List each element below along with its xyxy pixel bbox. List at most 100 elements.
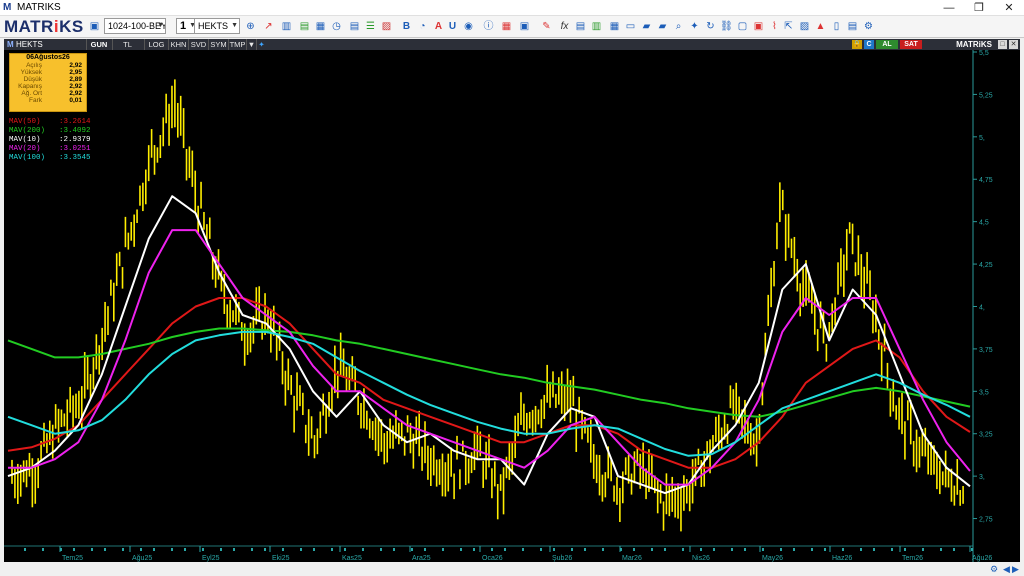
buy-button[interactable]: AL (876, 40, 898, 49)
legend-mav50[interactable]: MAV(50):3.2614 (9, 118, 91, 127)
scroll-right-button[interactable]: ▶ (1012, 563, 1019, 575)
legend-mav20[interactable]: MAV(20):3.0251 (9, 145, 91, 154)
price-chart[interactable]: 2,75 3, 3,25 3,5 3,75 4, 4,25 4,5 4,75 5, 5,25 5,5 T… (4, 50, 1020, 562)
chart-close-icon[interactable]: ✕ (1009, 40, 1018, 49)
sell-button[interactable]: SAT (900, 40, 922, 49)
draw-line-icon[interactable]: ↗ (262, 20, 275, 33)
print-icon[interactable]: ▤ (846, 20, 859, 33)
zoom-icon[interactable]: ⊕ (244, 20, 257, 33)
date-marker (42, 548, 44, 551)
scroll-left-button[interactable]: ◀ (1003, 563, 1010, 575)
date-marker (264, 548, 266, 551)
pencil-icon[interactable]: ✎ (540, 20, 553, 33)
phone-icon[interactable]: ▯ (830, 20, 843, 33)
legend-mav10[interactable]: MAV(10):2.9379 (9, 136, 91, 145)
price-tick-label: 3,75 (979, 347, 993, 354)
table-icon[interactable]: ▤ (348, 20, 361, 33)
close-button[interactable]: ✕ (994, 0, 1024, 16)
window-icon[interactable]: ▢ (736, 20, 749, 33)
info-icon[interactable]: ⓘ (482, 20, 495, 33)
period-button-tl[interactable]: TL (112, 39, 142, 50)
date-marker (313, 548, 315, 551)
minimize-button[interactable]: — (934, 0, 964, 16)
time-tick-label: Eyl25 (202, 555, 220, 562)
date-marker (971, 548, 973, 551)
bar-chart-icon[interactable]: ▥ (280, 20, 293, 33)
series-line-mav200 (7, 327, 971, 418)
scroll-settings-icon[interactable]: ⚙ (990, 563, 998, 575)
folder2-icon[interactable]: ▰ (656, 20, 669, 33)
dropdown-arrow-icon[interactable]: ▼ (246, 39, 256, 50)
layout-select[interactable]: 1024-100-BEYAZ▼ (104, 18, 166, 34)
title-bar: M MATRIKS — ❐ ✕ (0, 0, 1024, 16)
grid-icon[interactable]: ▦ (314, 20, 327, 33)
date-marker (620, 548, 622, 551)
matriks-mini-icon: M (7, 40, 14, 49)
bold-b-icon[interactable]: B (400, 20, 413, 33)
time-tick-label: Eki25 (272, 555, 290, 562)
bottom-bar: ⚙ ◀ ▶ (0, 562, 1024, 576)
folder-icon[interactable]: ▰ (640, 20, 653, 33)
calendar-icon[interactable]: ▦ (500, 20, 513, 33)
speedometer-icon[interactable]: ◉ (462, 20, 475, 33)
time-tick-label: May26 (762, 555, 783, 562)
line-chart-icon[interactable]: ⌇ (768, 20, 781, 33)
date-marker (922, 548, 924, 551)
lock-icon[interactable]: 🔒 (852, 40, 862, 49)
date-marker (522, 548, 524, 551)
period-button-svd[interactable]: SVD (188, 39, 208, 50)
date-marker (873, 548, 875, 551)
date-marker (664, 548, 666, 551)
pie-icon[interactable]: ◔ (416, 20, 429, 33)
window-title: MATRIKS (17, 2, 61, 13)
c-badge[interactable]: C (864, 40, 874, 49)
layers-icon[interactable]: ▨ (798, 20, 811, 33)
symbol-select[interactable]: HEKTS ▼ (194, 18, 240, 34)
news-icon[interactable]: ▣ (518, 20, 531, 33)
twitter-icon[interactable]: ✦ (688, 20, 701, 33)
indicator-icon[interactable]: ▤ (298, 20, 311, 33)
chart-window-icon[interactable]: ▣ (752, 20, 765, 33)
period-button-tmp[interactable]: TMP (228, 39, 246, 50)
search-icon[interactable]: ⌕ (672, 20, 685, 33)
price-tick-label: 4, (979, 304, 985, 311)
info-row-open: Açılış 2,92 (26, 62, 82, 69)
export-icon[interactable]: ⇱ (782, 20, 795, 33)
chart-maximize-icon[interactable]: □ (998, 40, 1007, 49)
date-marker (824, 548, 826, 551)
link-icon[interactable]: ⛓ (720, 20, 733, 33)
bell-icon[interactable]: ▲ (814, 20, 827, 33)
restore-button[interactable]: ❐ (964, 0, 994, 16)
price-tick-label: 5,5 (979, 50, 989, 57)
refresh-icon[interactable]: ↻ (704, 20, 717, 33)
chart-symbol-label[interactable]: M HEKTS (6, 39, 84, 50)
alert-a-icon[interactable]: A (432, 20, 445, 33)
document-icon[interactable]: ▭ (624, 20, 637, 33)
user-u-icon[interactable]: U (446, 20, 459, 33)
period-button-log[interactable]: LOG (144, 39, 168, 50)
list-icon[interactable]: ☰ (364, 20, 377, 33)
legend-mav100[interactable]: MAV(100):3.3545 (9, 154, 91, 163)
date-marker (540, 548, 542, 551)
clock-icon[interactable]: ◷ (330, 20, 343, 33)
date-marker (411, 548, 413, 551)
twitter-bird-icon[interactable]: ✦ (256, 39, 266, 50)
sheet-icon[interactable]: ▦ (608, 20, 621, 33)
save-icon[interactable]: ▣ (88, 20, 101, 33)
info-row-low: Düşük 2,89 (23, 76, 82, 83)
report-icon[interactable]: ▤ (574, 20, 587, 33)
period-button-gun[interactable]: GUN (86, 39, 111, 50)
chart-area[interactable]: 2,75 3, 3,25 3,5 3,75 4, 4,25 4,5 4,75 5, 5,25 5,5 T… (4, 50, 1020, 562)
date-marker (473, 548, 475, 551)
price-tick-label: 3, (979, 474, 985, 481)
time-tick-label: Tem25 (62, 555, 83, 562)
period-button-khn[interactable]: KHN (168, 39, 188, 50)
date-marker (362, 548, 364, 551)
settings-icon[interactable]: ⚙ (862, 20, 875, 33)
time-tick-label: Tem26 (902, 555, 923, 562)
chart-type-icon[interactable]: ▨ (380, 20, 393, 33)
stats-icon[interactable]: ▥ (590, 20, 603, 33)
period-button-sym[interactable]: SYM (208, 39, 228, 50)
legend-mav200[interactable]: MAV(200):3.4092 (9, 127, 91, 136)
formula-icon[interactable]: fx (558, 20, 571, 33)
